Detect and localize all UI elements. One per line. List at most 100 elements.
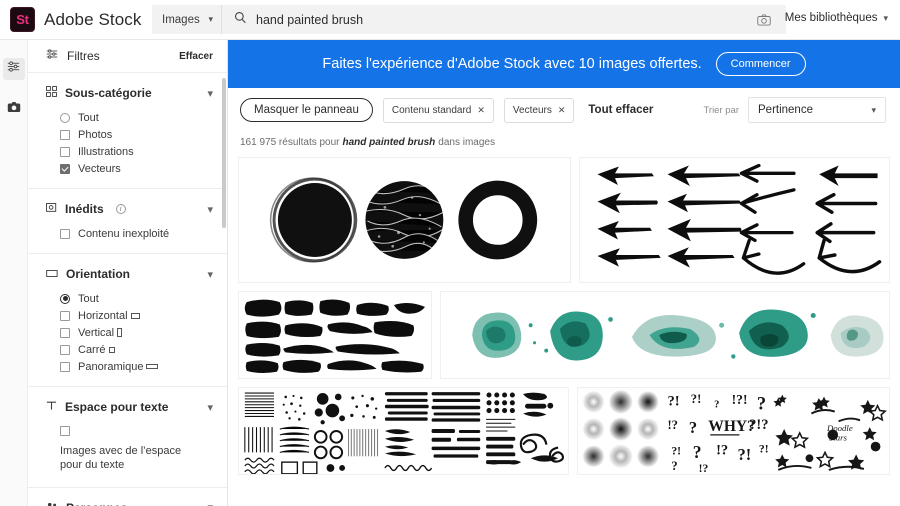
- filters-sliders-icon: [7, 60, 20, 78]
- adobe-stock-logo-text: Adobe Stock: [44, 9, 142, 29]
- filter-chip-contenu-standard[interactable]: Contenu standard ✕: [382, 97, 494, 123]
- filter-group-header[interactable]: Espace pour texte ▾: [46, 398, 213, 416]
- filter-group-inedits: Inédits i ▾ Contenu inexploité: [28, 189, 227, 254]
- filter-option-carre[interactable]: Carré: [46, 341, 213, 358]
- filter-option-label: Tout: [78, 111, 99, 124]
- adobe-stock-logo[interactable]: St Adobe Stock: [0, 7, 142, 32]
- result-thumb-brush-strokes[interactable]: [238, 291, 432, 379]
- filter-option-images-avec-espace-texte[interactable]: Images avec de l’espace pour du texte: [46, 423, 213, 476]
- filter-group-title: Sous-catégorie: [65, 86, 152, 100]
- svg-text:Stars: Stars: [829, 433, 848, 443]
- adobe-stock-search-page: St Adobe Stock Images ▾ hand painted bru…: [0, 0, 900, 506]
- search-type-dropdown[interactable]: Images ▾: [152, 5, 222, 34]
- hide-panel-button[interactable]: Masquer le panneau: [240, 98, 373, 122]
- filter-option-label: Vecteurs: [78, 162, 121, 175]
- filter-group-header[interactable]: Inédits i ▾: [46, 200, 213, 218]
- clear-all-filters-button[interactable]: Tout effacer: [588, 104, 653, 116]
- filter-option-label: Panoramique: [78, 360, 144, 373]
- sort-dropdown-value: Pertinence: [758, 104, 813, 116]
- main-content: Faites l'expérience d'Adobe Stock avec 1…: [228, 40, 900, 506]
- rectangle-icon: [46, 265, 58, 283]
- results-suffix: dans images: [438, 136, 495, 148]
- rail-filters-button[interactable]: [2, 58, 25, 80]
- people-icon: [46, 499, 58, 506]
- new-content-icon: [46, 200, 57, 218]
- filter-group-orientation: Orientation ▾ Tout Horizontal Vertical C…: [28, 254, 227, 387]
- checkbox-icon: [60, 344, 70, 355]
- promo-banner: Faites l'expérience d'Adobe Stock avec 1…: [228, 40, 900, 88]
- filter-option-contenu-inexploite[interactable]: Contenu inexploité: [46, 225, 213, 242]
- doodle-pack-artwork: ?! ?! ? !?! ? !? ? WHY? ?!? ?! ? !? ?! ?…: [577, 388, 889, 475]
- filter-option-photos[interactable]: Photos: [46, 126, 213, 143]
- filter-option-panoramique[interactable]: Panoramique: [46, 358, 213, 375]
- result-thumb-texture-pack[interactable]: [238, 387, 569, 475]
- filter-option-label: Photos: [78, 128, 113, 141]
- camera-icon: [7, 100, 21, 118]
- svg-text:?!: ?!: [737, 445, 751, 464]
- svg-text:Doodle: Doodle: [826, 423, 853, 433]
- brush-strokes-artwork: [239, 292, 431, 378]
- chevron-down-icon: ▾: [207, 203, 213, 216]
- clear-filters-link[interactable]: Effacer: [179, 51, 213, 62]
- my-libraries-menu[interactable]: Mes bibliothèques ▾: [785, 12, 888, 24]
- result-thumb-watercolor-splashes[interactable]: [439, 291, 890, 379]
- svg-text:!?!: !?!: [731, 392, 747, 407]
- filter-option-horizontal[interactable]: Horizontal: [46, 307, 213, 324]
- sort-label: Trier par: [703, 104, 739, 116]
- grid-icon: [46, 84, 57, 102]
- result-thumb-ink-circles[interactable]: [238, 157, 571, 283]
- svg-text:?: ?: [693, 442, 702, 462]
- filter-group-header[interactable]: Orientation ▾: [46, 265, 213, 283]
- checkbox-icon: [60, 310, 70, 321]
- search-input-value: hand painted brush: [256, 12, 364, 27]
- app-header: St Adobe Stock Images ▾ hand painted bru…: [0, 0, 900, 40]
- filter-option-label: Horizontal: [78, 309, 128, 322]
- filter-option-illustrations[interactable]: Illustrations: [46, 143, 213, 160]
- svg-text:?: ?: [671, 459, 677, 473]
- filter-toolbar: Masquer le panneau Contenu standard ✕ Ve…: [228, 88, 900, 132]
- sort-dropdown[interactable]: Pertinence ▾: [748, 97, 886, 123]
- filter-option-tout[interactable]: Tout: [46, 109, 213, 126]
- svg-text:?!?: ?!?: [749, 417, 768, 433]
- chevron-down-icon: ▾: [207, 401, 213, 414]
- svg-text:?: ?: [714, 399, 719, 411]
- svg-text:?!: ?!: [759, 442, 769, 455]
- search-type-label: Images: [162, 13, 200, 26]
- results-grid-row: [238, 291, 890, 379]
- svg-text:?: ?: [689, 418, 697, 437]
- filter-group-title: Espace pour texte: [65, 400, 169, 414]
- chevron-down-icon: ▾: [207, 501, 213, 506]
- results-grid-row: [238, 157, 890, 283]
- filter-option-label: Contenu inexploité: [78, 227, 170, 240]
- filter-chip-vecteurs[interactable]: Vecteurs ✕: [503, 97, 575, 123]
- close-icon[interactable]: ✕: [558, 105, 566, 116]
- results-query: hand painted brush: [342, 136, 436, 148]
- sidebar-scrollbar[interactable]: [222, 78, 226, 228]
- svg-text:?!: ?!: [691, 392, 702, 406]
- visual-search-camera-button[interactable]: [742, 5, 786, 34]
- filter-option-vecteurs[interactable]: Vecteurs: [46, 160, 213, 177]
- svg-text:?!: ?!: [667, 394, 679, 410]
- chevron-down-icon: ▾: [883, 12, 888, 23]
- filter-group-header[interactable]: Personnes ▾: [46, 499, 213, 506]
- filter-chip-label: Vecteurs: [512, 104, 552, 116]
- search-input[interactable]: hand painted brush: [222, 5, 742, 34]
- filter-option-vertical[interactable]: Vertical: [46, 324, 213, 341]
- svg-text:?!: ?!: [671, 444, 681, 457]
- promo-start-button[interactable]: Commencer: [715, 52, 806, 76]
- info-icon[interactable]: i: [115, 204, 126, 214]
- checkbox-icon: [60, 228, 70, 239]
- svg-text:!?: !?: [698, 462, 708, 475]
- result-thumb-brush-arrows[interactable]: [578, 157, 890, 283]
- checkbox-icon: [60, 425, 70, 436]
- result-thumb-doodle-pack[interactable]: ?! ?! ? !?! ? !? ? WHY? ?!? ?! ? !? ?! ?…: [576, 387, 890, 475]
- panoramic-shape-icon: [146, 364, 159, 370]
- filter-option-orientation-tout[interactable]: Tout: [46, 290, 213, 307]
- radio-icon: [60, 112, 70, 123]
- filters-header: Filtres Effacer: [28, 40, 227, 73]
- filter-group-header[interactable]: Sous-catégorie ▾: [46, 84, 213, 102]
- close-icon[interactable]: ✕: [477, 105, 485, 116]
- left-icon-rail: [0, 40, 28, 506]
- rail-camera-button[interactable]: [3, 98, 25, 120]
- chevron-down-icon: ▾: [871, 104, 876, 115]
